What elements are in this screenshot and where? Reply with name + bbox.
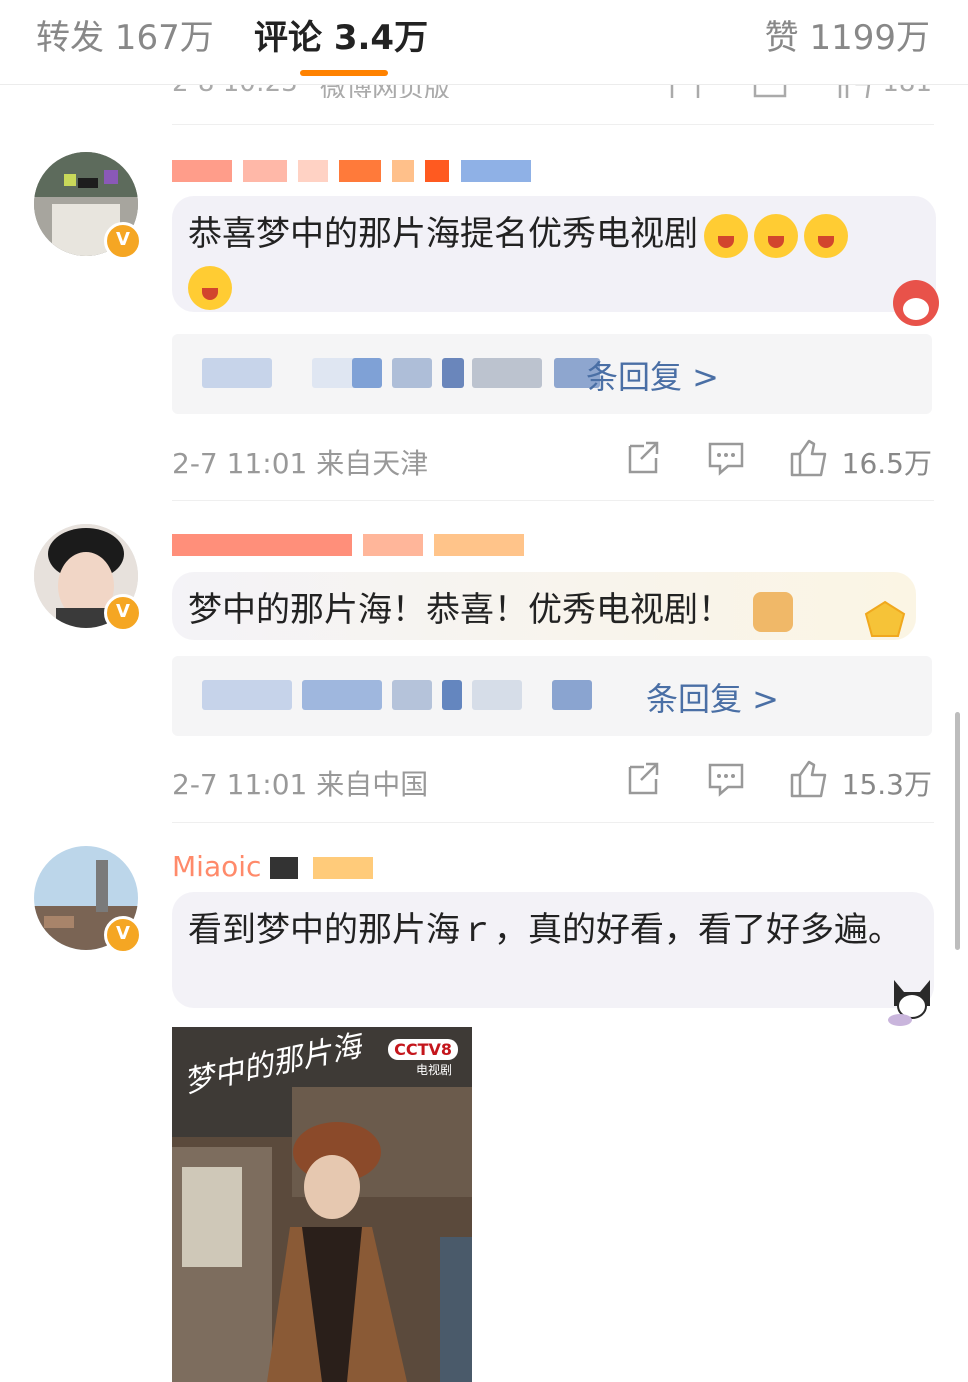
like-icon[interactable] bbox=[788, 438, 828, 478]
comment-meta: 2-7 11:01 来自天津 16.5万 bbox=[172, 438, 932, 480]
comment-divider bbox=[172, 822, 934, 823]
comment-time: 2-7 11:01 来自中国 bbox=[172, 768, 429, 801]
verified-badge-icon: V bbox=[104, 594, 142, 632]
crying-laugh-icon bbox=[754, 213, 798, 258]
share-icon[interactable] bbox=[622, 759, 662, 799]
username-obscured[interactable] bbox=[172, 534, 572, 564]
verified-badge-icon: V bbox=[104, 916, 142, 954]
comment-divider bbox=[172, 124, 934, 125]
poster-channel-sub: 电视剧 bbox=[415, 1063, 452, 1077]
crying-laugh-icon bbox=[704, 213, 748, 258]
kuromi-sticker-icon bbox=[886, 976, 938, 1026]
like-count: 15.3万 bbox=[841, 768, 932, 801]
active-tab-indicator bbox=[300, 70, 388, 76]
like-icon[interactable] bbox=[788, 759, 828, 799]
poster-channel-logo: CCTV8 bbox=[388, 1039, 458, 1060]
comment-bubble: 看到梦中的那片海ｒ，真的好看，看了好多遍。 bbox=[172, 892, 934, 1008]
comment-text: 恭喜梦中的那片海提名优秀电视剧 bbox=[188, 214, 698, 254]
star-badge-icon bbox=[862, 600, 908, 640]
tab-likes[interactable]: 赞 1199万 bbox=[765, 10, 930, 59]
comment-tabs: 转发 167万 评论 3.4万 赞 1199万 bbox=[0, 0, 968, 85]
comment-bubble: 恭喜梦中的那片海提名优秀电视剧 bbox=[172, 196, 936, 312]
reply-count-link[interactable]: 条回复 > bbox=[586, 352, 719, 398]
comment-text: 看到梦中的那片海ｒ，真的好看，看了好多遍。 bbox=[188, 910, 902, 950]
comment-bubble: 梦中的那片海！恭喜！优秀电视剧！ bbox=[172, 572, 916, 640]
reply-preview[interactable]: 条回复 > bbox=[172, 334, 932, 414]
like-count: 16.5万 bbox=[841, 447, 932, 480]
crying-laugh-icon bbox=[188, 265, 232, 310]
comment-text: 梦中的那片海！恭喜！优秀电视剧！ bbox=[188, 590, 732, 630]
reply-count-link[interactable]: 条回复 > bbox=[646, 674, 779, 720]
comment-time: 2-7 11:01 来自天津 bbox=[172, 447, 429, 480]
share-icon[interactable] bbox=[622, 438, 662, 478]
tab-repost[interactable]: 转发 167万 bbox=[36, 10, 214, 59]
username[interactable]: Miaoic bbox=[172, 852, 472, 882]
username-obscured[interactable] bbox=[172, 160, 572, 190]
comment-icon[interactable] bbox=[706, 759, 746, 799]
crying-laugh-icon bbox=[804, 213, 848, 258]
verified-badge-icon: V bbox=[104, 222, 142, 260]
thumbs-up-icon bbox=[752, 591, 793, 632]
comment-meta: 2-7 11:01 来自中国 15.3万 bbox=[172, 759, 932, 801]
tab-comments[interactable]: 评论 3.4万 bbox=[254, 10, 428, 59]
comment-icon[interactable] bbox=[706, 438, 746, 478]
comment-divider bbox=[172, 500, 934, 501]
strawberry-sticker-icon bbox=[893, 280, 939, 326]
scrollbar[interactable] bbox=[955, 712, 960, 950]
reply-preview[interactable]: 条回复 > bbox=[172, 656, 932, 736]
comment-image[interactable]: 梦中的那片海 CCTV8 电视剧 bbox=[172, 1027, 472, 1382]
